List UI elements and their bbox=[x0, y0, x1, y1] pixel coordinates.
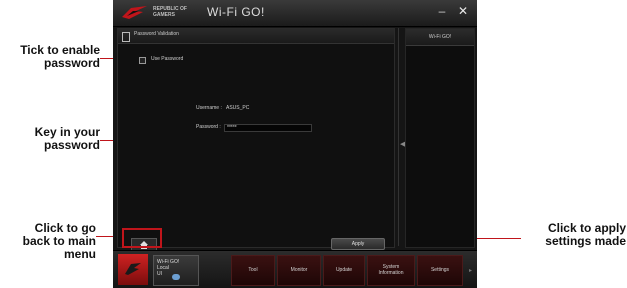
panel-divider bbox=[398, 28, 399, 246]
tab-wifi-go-local[interactable]: Wi-Fi GO! Local UI bbox=[153, 255, 199, 286]
rog-eye-icon bbox=[125, 263, 141, 275]
tab-update-label: Update bbox=[335, 267, 353, 273]
scroll-right-icon[interactable]: ▸ bbox=[469, 267, 472, 274]
side-tab-wifi-go[interactable]: Wi-Fi GO! bbox=[406, 29, 474, 46]
app-title: Wi-Fi GO! bbox=[207, 5, 265, 19]
panel-title: Password Validation bbox=[134, 31, 179, 37]
rog-home-button[interactable] bbox=[118, 254, 148, 285]
tab-tool-label: Tool bbox=[248, 267, 258, 273]
password-input[interactable]: ***** bbox=[224, 124, 312, 132]
password-panel: Password Validation Use Password Usernam… bbox=[117, 28, 395, 248]
app-window: REPUBLIC OF GAMERS Wi-Fi GO! – ✕ Passwor… bbox=[113, 0, 477, 288]
tab-settings[interactable]: Settings bbox=[417, 255, 463, 286]
logo-text: REPUBLIC OF GAMERS bbox=[153, 6, 187, 18]
title-bar: REPUBLIC OF GAMERS Wi-Fi GO! – ✕ bbox=[113, 0, 477, 27]
highlight-home bbox=[122, 228, 162, 248]
tab-monitor-label: Monitor bbox=[290, 267, 308, 273]
side-panel: Wi-Fi GO! bbox=[405, 28, 475, 248]
bottom-nav-bar: Wi-Fi GO! Local UI Tool Monitor Update S… bbox=[113, 250, 477, 288]
callout-back-main: Click to go back to main menu bbox=[22, 221, 96, 261]
wifi-go-tab-icon bbox=[172, 274, 180, 280]
use-password-label: Use Password bbox=[151, 56, 184, 62]
use-password-checkbox-row[interactable]: Use Password bbox=[139, 56, 259, 66]
callout-enable-password: Tick to enable password bbox=[20, 43, 100, 70]
username-value: ASUS_PC bbox=[226, 105, 250, 111]
tab-settings-label: Settings bbox=[430, 267, 450, 273]
rog-logo-icon bbox=[122, 6, 147, 19]
tab-tool[interactable]: Tool bbox=[231, 255, 275, 286]
panel-header: Password Validation bbox=[118, 29, 394, 44]
close-button[interactable]: ✕ bbox=[456, 4, 470, 18]
tab-monitor[interactable]: Monitor bbox=[277, 255, 321, 286]
callout-apply-settings: Click to apply settings made bbox=[545, 221, 626, 248]
tab-update[interactable]: Update bbox=[323, 255, 365, 286]
tab-system-information-label: System Information bbox=[378, 264, 404, 276]
apply-button[interactable]: Apply bbox=[331, 238, 385, 250]
callout-key-password: Key in your password bbox=[34, 125, 100, 152]
password-label: Password : bbox=[196, 124, 221, 130]
tab-system-information[interactable]: System Information bbox=[367, 255, 415, 286]
document-icon bbox=[122, 32, 130, 42]
use-password-checkbox[interactable] bbox=[139, 57, 146, 64]
minimize-button[interactable]: – bbox=[435, 4, 449, 18]
username-label: Username : bbox=[196, 105, 222, 111]
